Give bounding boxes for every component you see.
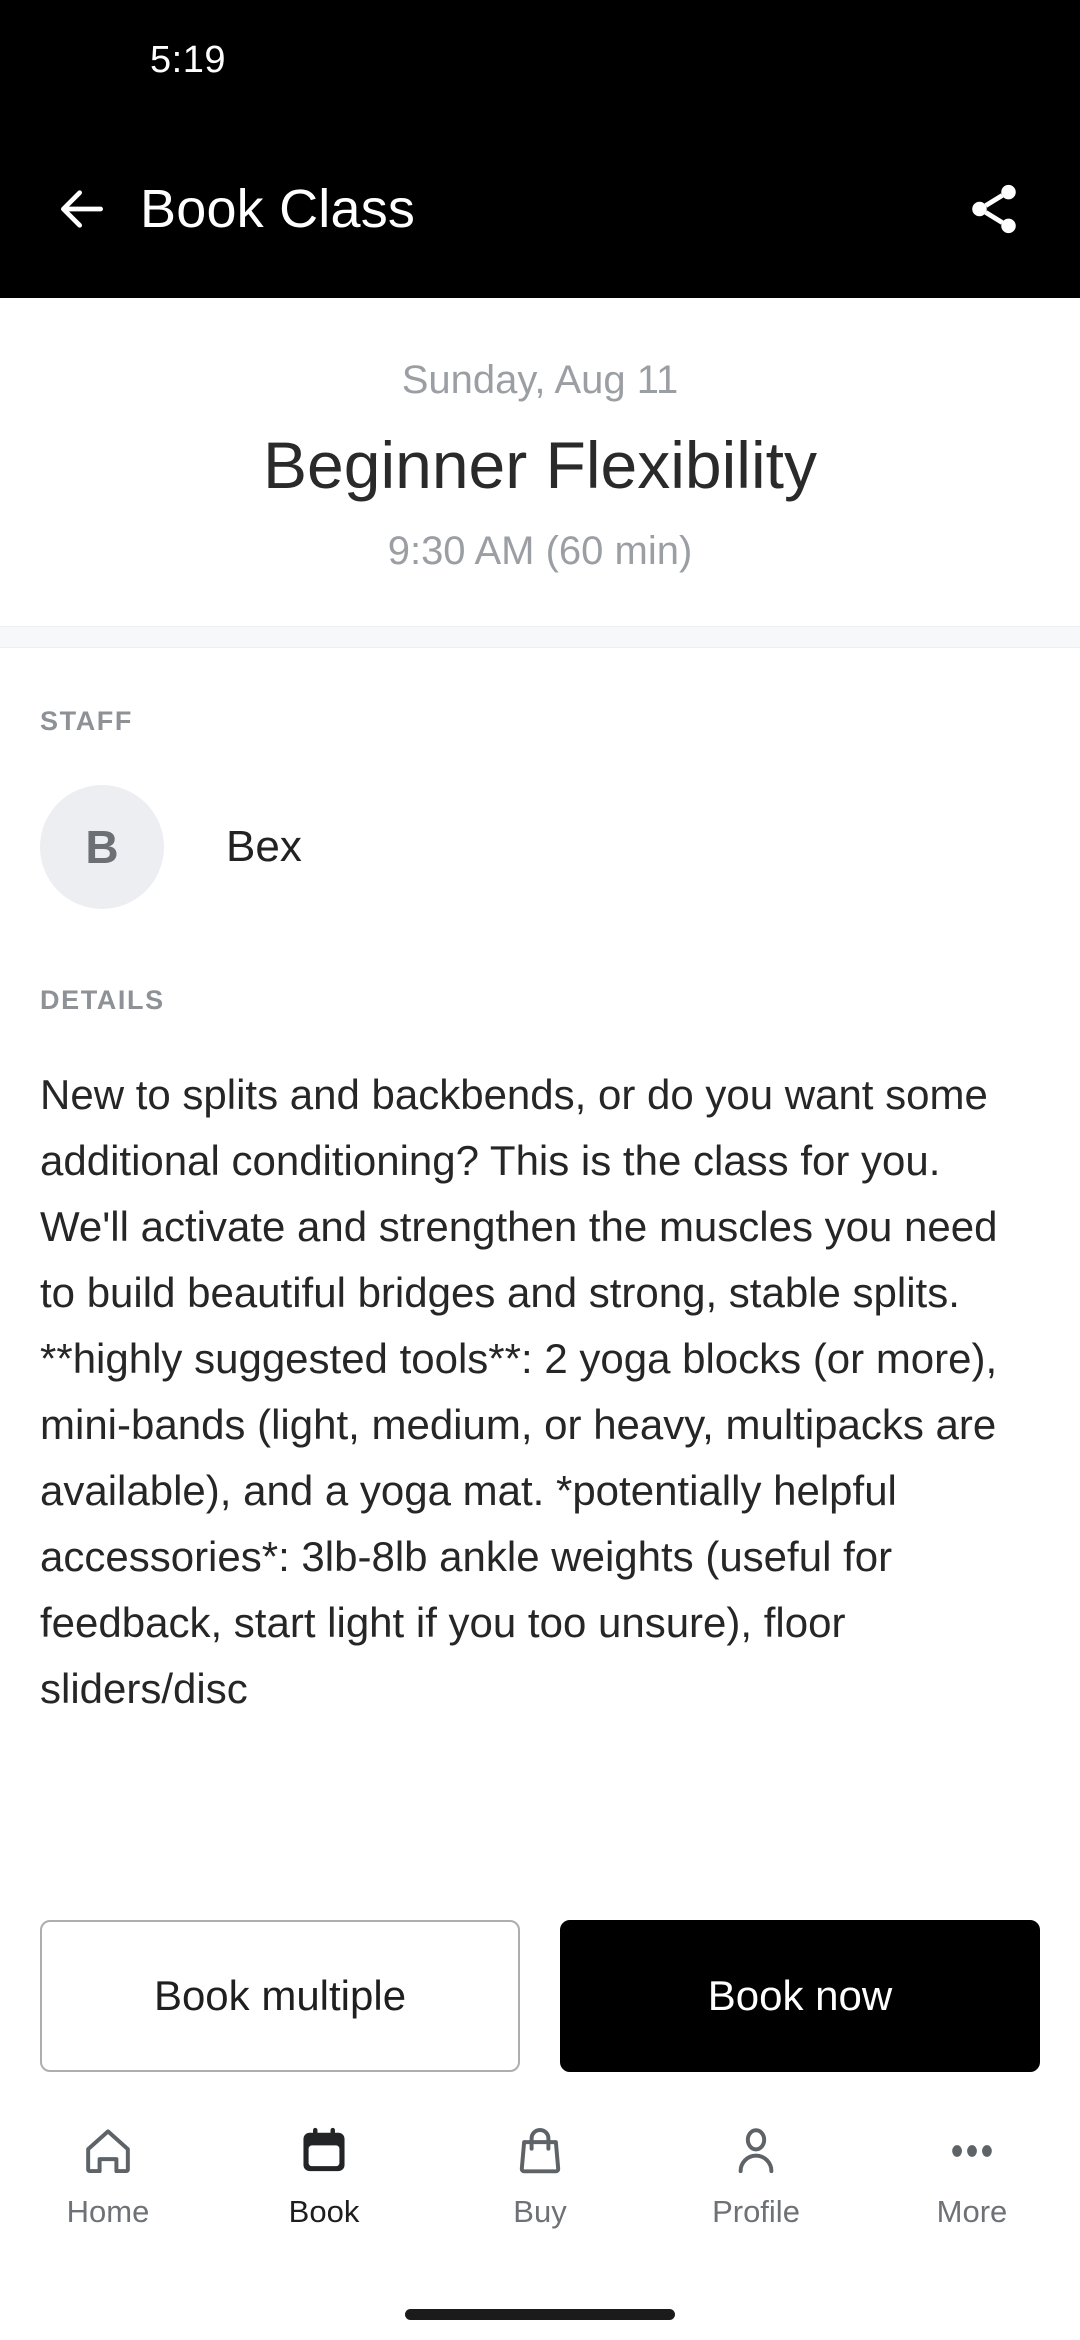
app-bar: Book Class [0,120,1080,298]
section-divider [0,625,1080,648]
bottom-nav: Home Book Buy Profile More [0,2102,1080,2288]
back-button[interactable] [46,173,118,245]
share-icon [972,184,1016,234]
page-title: Book Class [140,179,416,239]
home-indicator-area [0,2288,1080,2340]
bag-icon [509,2120,571,2182]
nav-label-buy: Buy [513,2194,567,2229]
status-bar-clock: 5:19 [150,38,226,81]
action-bar: Book multiple Book now [0,1894,1080,2102]
home-indicator[interactable] [405,2308,675,2320]
nav-item-book[interactable]: Book [216,2120,432,2230]
arrow-left-icon [61,190,103,228]
person-icon [725,2120,787,2182]
class-name: Beginner Flexibility [263,428,817,502]
staff-section-label: STAFF [40,705,133,736]
calendar-icon [293,2120,355,2182]
class-time: 9:30 AM (60 min) [387,528,693,573]
staff-section: STAFF B Bex [0,648,1080,909]
book-multiple-button[interactable]: Book multiple [40,1920,520,2072]
scroll-content[interactable]: Sunday, Aug 11 Beginner Flexibility 9:30… [0,298,1080,2102]
class-date: Sunday, Aug 11 [401,358,679,402]
staff-row[interactable]: B Bex [40,784,1040,909]
nav-item-more[interactable]: More [864,2120,1080,2230]
share-button[interactable] [956,171,1032,247]
nav-label-more: More [936,2194,1008,2229]
details-description: New to splits and backbends, or do you w… [40,1070,1010,1712]
nav-item-profile[interactable]: Profile [648,2120,864,2230]
class-header: Sunday, Aug 11 Beginner Flexibility 9:30… [0,298,1080,626]
nav-label-profile: Profile [712,2194,800,2229]
book-now-button[interactable]: Book now [560,1920,1040,2072]
home-icon [77,2120,139,2182]
nav-item-home[interactable]: Home [0,2120,216,2230]
nav-label-book: Book [288,2194,360,2229]
details-section-label: DETAILS [40,984,165,1015]
staff-name: Bex [226,821,302,871]
nav-label-home: Home [66,2194,150,2229]
avatar: B [40,784,164,909]
details-section: DETAILS New to splits and backbends, or … [0,909,1080,1722]
nav-item-buy[interactable]: Buy [432,2120,648,2230]
status-bar: 5:19 [0,0,1080,120]
dots-icon [941,2120,1003,2182]
avatar-initial: B [85,820,119,873]
app-screen: 5:19 Book Class Sunday, Aug 11 Beginner … [0,0,1080,2340]
